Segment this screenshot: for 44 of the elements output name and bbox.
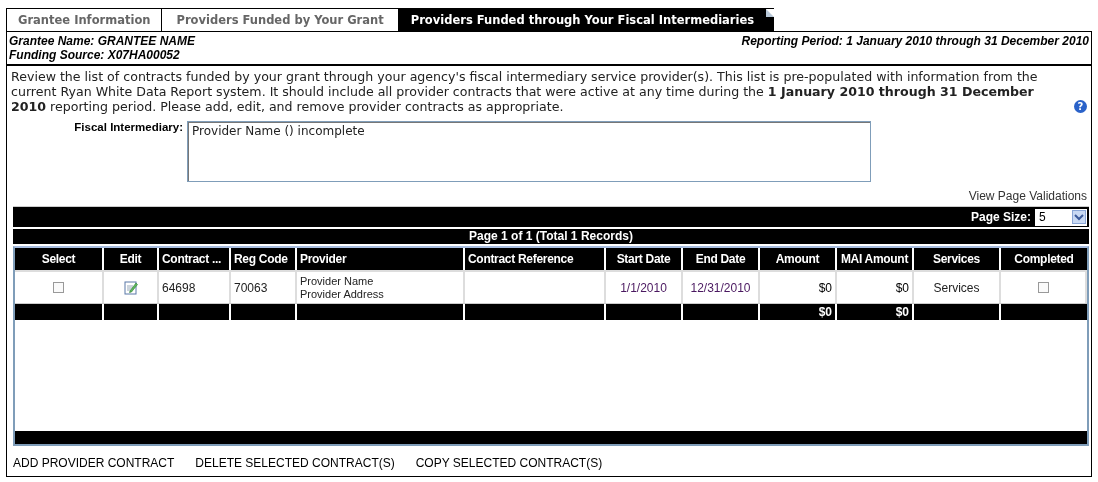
total-value: $0	[818, 305, 832, 319]
column-header[interactable]: Provider	[297, 248, 465, 270]
action-link[interactable]: COPY SELECTED CONTRACT(S)	[415, 456, 603, 470]
column-header[interactable]: Completed	[1001, 248, 1087, 270]
tab[interactable]: Providers Funded by Your Grant	[161, 8, 398, 31]
tab[interactable]: Grantee Information	[6, 8, 162, 31]
table-cell: Provider Address	[300, 287, 384, 301]
edit-icon[interactable]	[123, 280, 138, 295]
column-header[interactable]: Select	[15, 248, 104, 270]
column-header[interactable]: Start Date	[606, 248, 683, 270]
intro-text: Review the list of contracts funded by your grant through your agency's fiscal intermediary service provider(s). This list is pre-populated with information from the current Ryan White Data Report system. It should include all provider contracts that were active at any time during the 1 January 2010 through 31 December 2010 reporting period. Please add, edit, and remove provider contracts as appropriate.	[11, 69, 1039, 114]
table-cell-text: Provider Name	[300, 274, 375, 288]
action-link[interactable]: ADD PROVIDER CONTRACT	[13, 456, 175, 470]
funding-source: Funding Source: X07HA00052	[9, 48, 181, 62]
fiscal-intermediary-field[interactable]: Provider Name () incomplete	[187, 121, 871, 182]
column-header[interactable]: Reg Code	[231, 248, 297, 270]
total-value: $0	[895, 305, 909, 319]
checkbox[interactable]	[1037, 282, 1049, 293]
column-header[interactable]: MAI Amount	[837, 248, 914, 270]
view-validations-link[interactable]: View Page Validations	[968, 189, 1087, 203]
table-cell: $0	[895, 280, 909, 295]
pager-text: Page 1 of 1 (Total 1 Records)	[13, 229, 1089, 244]
corner-fold-icon	[766, 9, 775, 17]
tab[interactable]: Providers Funded through Your Fiscal Intermediaries	[397, 8, 775, 31]
column-header[interactable]: Contract ...	[159, 248, 231, 270]
action-link[interactable]: DELETE SELECTED CONTRACT(S)	[195, 456, 395, 470]
help-icon[interactable]: ?	[1074, 100, 1087, 113]
column-header[interactable]: Contract Reference	[465, 248, 606, 270]
field-label: Fiscal Intermediary:	[73, 121, 184, 133]
page-size-select[interactable]: 5	[1035, 208, 1087, 226]
column-header[interactable]: Amount	[760, 248, 837, 270]
table-cell: Services	[933, 280, 980, 295]
table-cell: 1/1/2010	[620, 280, 667, 295]
checkbox[interactable]	[53, 282, 64, 293]
column-header[interactable]: End Date	[683, 248, 760, 270]
table-cell: 70063	[234, 280, 268, 295]
table-cell: $0	[818, 280, 832, 295]
reporting-period: Reporting Period: 1 January 2010 through 31 December 2010	[741, 34, 1089, 50]
table-cell: 12/31/2010	[690, 280, 751, 295]
column-header[interactable]: Edit	[104, 248, 159, 270]
page-size-label: Page Size:	[970, 210, 1031, 224]
table-cell: 64698	[162, 280, 196, 295]
column-header[interactable]: Services	[914, 248, 1001, 270]
grantee-name: Grantee Name: GRANTEE NAME	[9, 34, 196, 48]
